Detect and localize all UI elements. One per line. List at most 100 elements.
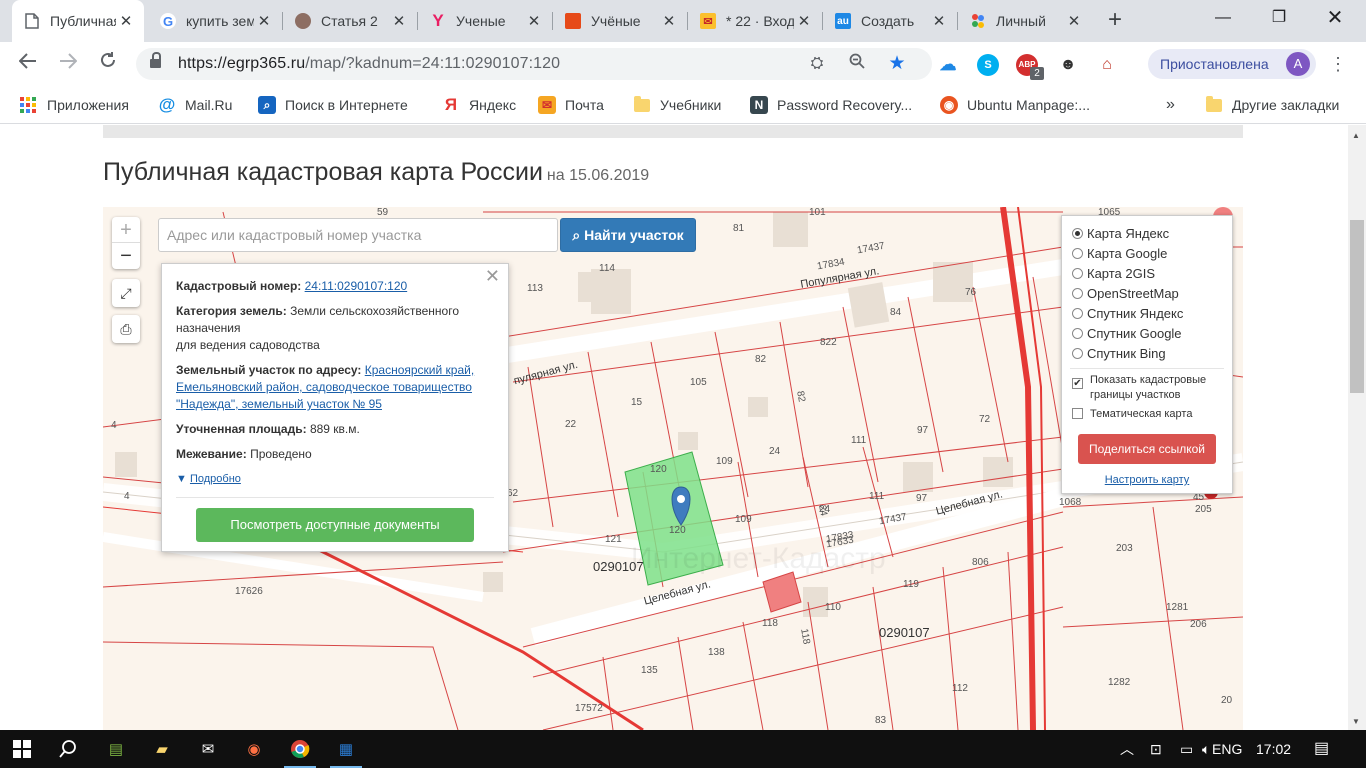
radio-button[interactable] bbox=[1072, 307, 1083, 319]
parcel-number-label: 203 bbox=[1116, 543, 1133, 554]
layer-yandex-satellite[interactable]: Спутник Яндекс bbox=[1072, 304, 1183, 322]
configure-map-link[interactable]: Настроить карту bbox=[1062, 474, 1232, 486]
radio-button[interactable] bbox=[1072, 227, 1083, 239]
tab-title: Ученые bbox=[456, 13, 506, 29]
layer-yandex-map[interactable]: Карта Яндекс bbox=[1072, 224, 1169, 242]
parcel-number-label: 1068 bbox=[1059, 497, 1082, 508]
radio-button[interactable] bbox=[1072, 247, 1083, 259]
close-tab-icon[interactable]: ✕ bbox=[254, 12, 274, 30]
profile-button[interactable]: Приостановлена A bbox=[1148, 49, 1316, 79]
zoom-out-button[interactable]: − bbox=[112, 243, 140, 269]
radio-button[interactable] bbox=[1072, 267, 1083, 279]
cadastral-map[interactable]: 101 81 17437 17834 114 113 76 84 822 82 105 15 22 120… bbox=[103, 207, 1243, 730]
word-icon[interactable]: ▦ bbox=[326, 734, 366, 768]
close-popup-icon[interactable]: ✕ bbox=[485, 267, 500, 285]
tab[interactable]: Личный ✕ bbox=[958, 0, 1092, 42]
back-button[interactable] bbox=[14, 50, 42, 78]
tab-active[interactable]: Публичная кадастровая карта ✕ bbox=[12, 0, 144, 42]
cadnum-link[interactable]: 24:11:0290107:120 bbox=[305, 279, 408, 293]
bookmark-password-recovery[interactable]: N Password Recovery... bbox=[750, 95, 912, 115]
find-parcel-button[interactable]: ⌕ Найти участок bbox=[560, 218, 696, 252]
close-tab-icon[interactable]: ✕ bbox=[116, 12, 136, 30]
yandex-icon: Я bbox=[444, 95, 458, 114]
mail-app-icon[interactable]: ✉ bbox=[188, 734, 228, 764]
language-indicator[interactable]: ENG bbox=[1212, 730, 1242, 768]
address-bar[interactable]: https://egrp365.ru/map/?kadnum=24:11:029… bbox=[136, 48, 932, 80]
bookmark-search[interactable]: ⌕ Поиск в Интернете bbox=[258, 95, 408, 115]
bookmark-mail[interactable]: ✉ Почта bbox=[538, 95, 604, 115]
view-documents-button[interactable]: Посмотреть доступные документы bbox=[196, 508, 474, 542]
bookmarks-overflow-button[interactable]: » bbox=[1166, 95, 1175, 115]
radio-button[interactable] bbox=[1072, 287, 1083, 299]
bookmark-apps[interactable]: Приложения bbox=[20, 95, 129, 115]
hat-extension-icon[interactable]: ⌂ bbox=[1096, 54, 1118, 76]
survey-row: Межевание: Проведено bbox=[176, 447, 312, 461]
radio-button[interactable] bbox=[1072, 347, 1083, 359]
scroll-up-icon[interactable]: ▲ bbox=[1352, 131, 1360, 140]
firefox-icon[interactable]: ◉ bbox=[234, 734, 274, 764]
volume-icon[interactable]: 🔈︎ bbox=[1202, 730, 1210, 768]
close-tab-icon[interactable]: ✕ bbox=[659, 12, 679, 30]
network-icon[interactable]: ⊡ bbox=[1150, 730, 1162, 768]
zoom-icon[interactable] bbox=[846, 53, 868, 75]
file-explorer-icon[interactable]: ▰ bbox=[142, 734, 182, 764]
forward-button[interactable] bbox=[54, 50, 82, 78]
thematic-map-checkbox[interactable] bbox=[1072, 408, 1083, 419]
layer-openstreetmap[interactable]: OpenStreetMap bbox=[1072, 284, 1179, 302]
notifications-icon[interactable]: ▤ bbox=[1314, 730, 1329, 768]
tab[interactable]: Y Ученые ✕ bbox=[418, 0, 552, 42]
other-bookmarks[interactable]: Другие закладки bbox=[1206, 95, 1339, 115]
layer-bing-satellite[interactable]: Спутник Bing bbox=[1072, 344, 1166, 362]
search-icon[interactable] bbox=[48, 734, 88, 764]
fullscreen-icon[interactable]: ⤢ bbox=[112, 279, 140, 307]
close-tab-icon[interactable]: ✕ bbox=[1064, 12, 1084, 30]
tab[interactable]: Статья 2 ✕ bbox=[283, 0, 417, 42]
minimize-button[interactable]: — bbox=[1200, 0, 1246, 36]
new-tab-button[interactable]: + bbox=[1102, 8, 1128, 34]
maximize-button[interactable]: ❐ bbox=[1256, 0, 1302, 36]
page-scrollbar[interactable]: ▲ ▼ bbox=[1348, 125, 1366, 730]
close-tab-icon[interactable]: ✕ bbox=[794, 12, 814, 30]
layer-2gis-map[interactable]: Карта 2GIS bbox=[1072, 264, 1155, 282]
radio-button[interactable] bbox=[1072, 327, 1083, 339]
layer-google-map[interactable]: Карта Google bbox=[1072, 244, 1167, 262]
reload-button[interactable] bbox=[94, 50, 122, 78]
print-icon[interactable]: ⎙ bbox=[112, 315, 140, 343]
profile-status: Приостановлена bbox=[1160, 56, 1269, 72]
apps-grid-icon bbox=[20, 97, 36, 113]
skype-icon[interactable]: S bbox=[977, 54, 999, 76]
bookmark-mailru[interactable]: @ Mail.Ru bbox=[158, 95, 233, 115]
bookmark-ubuntu[interactable]: ◉ Ubuntu Manpage:... bbox=[940, 95, 1090, 115]
tray-up-arrow-icon[interactable]: ︿ bbox=[1120, 730, 1134, 768]
app-icon[interactable]: ▤ bbox=[96, 734, 136, 764]
tab[interactable]: au Создать ✕ bbox=[823, 0, 957, 42]
windows-start-icon[interactable] bbox=[2, 734, 42, 764]
search-input[interactable] bbox=[158, 218, 558, 252]
blocked-cookies-icon[interactable]: ⛭ bbox=[806, 53, 828, 75]
share-link-button[interactable]: Поделиться ссылкой bbox=[1078, 434, 1216, 464]
adblock-count-badge: 2 bbox=[1030, 67, 1044, 80]
owl-extension-icon[interactable]: ☻ bbox=[1057, 54, 1079, 76]
close-tab-icon[interactable]: ✕ bbox=[929, 12, 949, 30]
close-tab-icon[interactable]: ✕ bbox=[389, 12, 409, 30]
tab[interactable]: G купить землю ✕ bbox=[148, 0, 282, 42]
chrome-menu-icon[interactable]: ⋮ bbox=[1328, 50, 1348, 78]
tab[interactable]: ✉ * 22 · Входящие ✕ bbox=[688, 0, 822, 42]
layer-google-satellite[interactable]: Спутник Google bbox=[1072, 324, 1182, 342]
scroll-down-icon[interactable]: ▼ bbox=[1352, 717, 1360, 726]
details-toggle[interactable]: ▼ Подробно bbox=[176, 471, 494, 488]
close-window-button[interactable]: ✕ bbox=[1312, 0, 1358, 36]
close-tab-icon[interactable]: ✕ bbox=[524, 12, 544, 30]
clock[interactable]: 17:02 bbox=[1256, 730, 1291, 768]
bookmark-yandex[interactable]: Я Яндекс bbox=[442, 95, 516, 115]
bookmark-star-icon[interactable]: ★ bbox=[886, 53, 908, 75]
battery-icon[interactable]: ▭ bbox=[1180, 730, 1193, 768]
zoom-in-button[interactable]: + bbox=[112, 217, 140, 243]
bookmark-folder-textbooks[interactable]: Учебники bbox=[634, 95, 721, 115]
show-borders-checkbox[interactable]: ✔ bbox=[1072, 378, 1083, 389]
parcel-number-label: 111 bbox=[869, 491, 885, 502]
chrome-icon[interactable] bbox=[280, 734, 320, 768]
tab[interactable]: Учёные ✕ bbox=[553, 0, 687, 42]
scrollbar-thumb[interactable] bbox=[1350, 220, 1364, 393]
cloud-icon[interactable]: ☁ bbox=[937, 54, 959, 76]
